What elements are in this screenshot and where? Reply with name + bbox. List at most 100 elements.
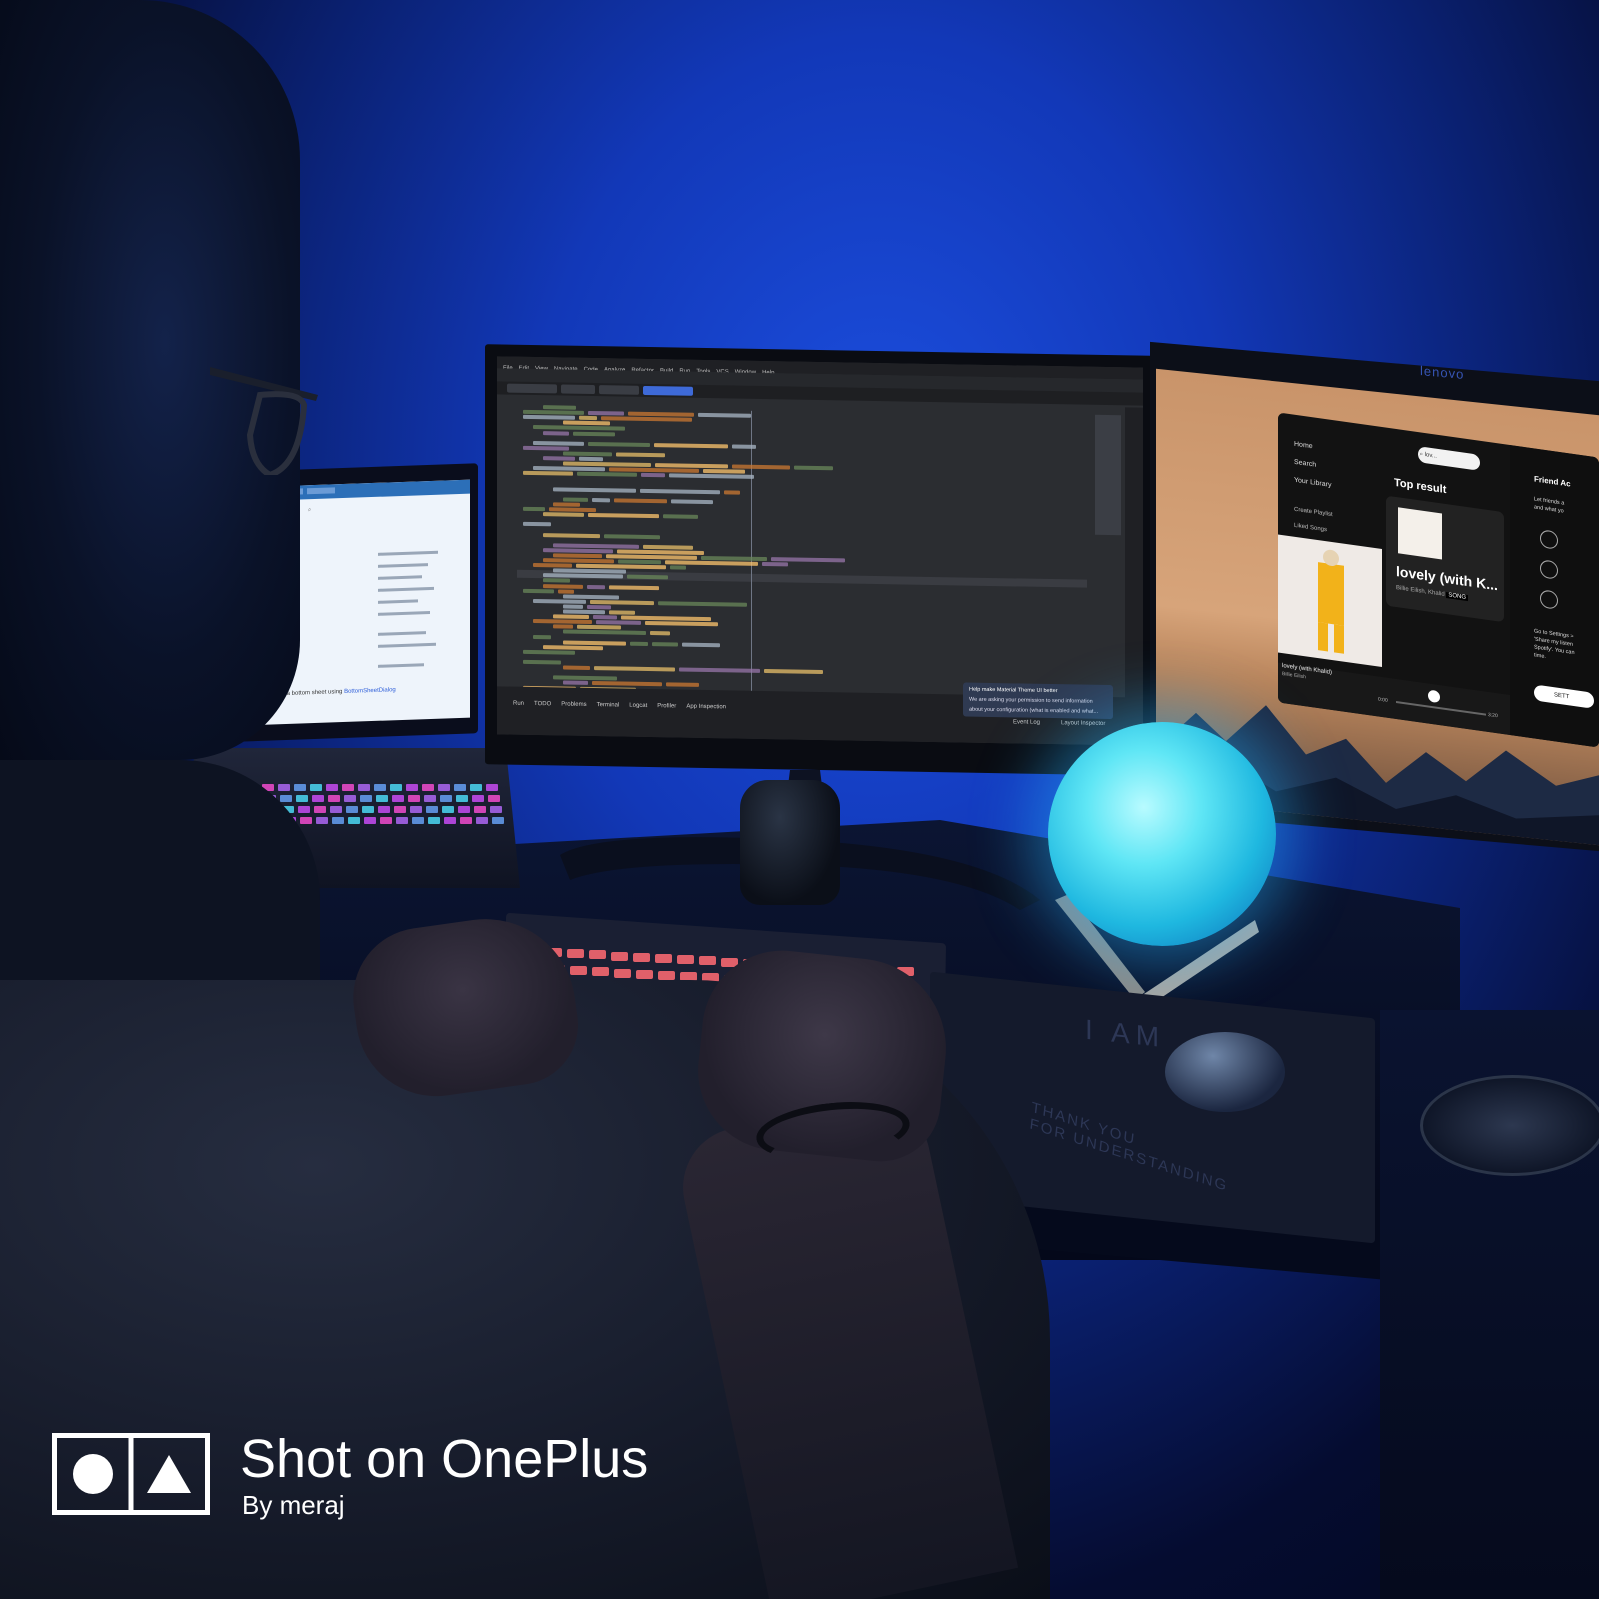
code-token [563,629,646,636]
laptop-keycap [408,795,420,802]
ide-bottom-tab[interactable]: Terminal [597,702,620,708]
ide-bottom-tab[interactable]: Problems [561,701,586,707]
spotify-song-badge: SONG [1446,592,1469,602]
code-token [523,588,554,593]
code-token [616,452,665,458]
code-token [645,621,718,627]
laptop-keycap [374,784,386,791]
code-token [523,445,569,451]
ide-toast-title: Help make Material Theme UI better [969,686,1058,695]
laptop-keycap [460,817,472,824]
ide-bottom-tab[interactable]: Run [513,701,524,707]
settings-button[interactable]: SETT [1534,684,1594,709]
spotify-top-result-card[interactable]: lovely (with K... Billie Eilish, Khalid … [1386,495,1504,623]
code-token [543,512,584,517]
eyeglasses [210,367,318,475]
laptop-keycap [328,795,340,802]
code-token [543,644,603,650]
code-token [643,544,693,550]
code-token [658,600,747,607]
code-token [543,456,575,461]
keycap [567,949,584,959]
laptop-keycap [406,784,418,791]
cover-figure [1318,549,1344,654]
code-token [764,669,823,675]
spotify-song-artists-text: Billie Eilish, Khalid [1396,585,1445,598]
code-token [553,553,602,559]
code-token [794,465,833,471]
ide-bottom-tab[interactable]: App Inspection [686,704,726,711]
code-token [553,486,636,493]
code-token [682,642,720,647]
code-token [732,444,756,449]
code-token [579,456,603,462]
laptop-keycap [342,784,354,791]
laptop-keycap [458,806,470,813]
ide-notification[interactable]: Help make Material Theme UI better We ar… [963,682,1113,720]
spotify-nav-search[interactable]: Search [1294,459,1316,469]
spotify-nav-library[interactable]: Your Library [1294,477,1332,489]
laptop-keycap [410,806,422,813]
code-token [630,641,648,646]
laptop-keycap [344,795,356,802]
ide-status-item[interactable]: Layout Inspector [1061,720,1105,727]
ide-tab-active[interactable] [643,385,693,396]
code-token [563,604,583,609]
laptop-keycap [362,806,374,813]
ide-bottom-tab[interactable]: TODO [534,701,551,707]
spotify-nav-liked-songs[interactable]: Liked Songs [1294,523,1327,534]
spotify-search-input[interactable]: ⌕ lov... [1418,446,1480,471]
code-token [669,473,754,480]
keycap [570,966,587,976]
code-token [523,506,545,512]
code-token [609,584,659,590]
code-token [596,620,641,626]
laptop-keycap [490,806,502,813]
code-token [533,634,551,639]
code-token [579,415,597,421]
laptop-keycap [456,795,468,802]
spotify-nav-create-playlist[interactable]: Create Playlist [1294,507,1333,518]
ide-tab[interactable] [561,384,595,395]
code-token [563,594,619,600]
laptop-text-line [378,563,428,568]
photo-scene: ⌕ ent the shows a bottom sheet using Bot… [0,0,1599,1599]
ide-tab[interactable] [507,383,557,394]
code-token [533,425,625,431]
code-token [588,411,624,416]
code-token [663,514,698,519]
code-token [543,578,570,584]
code-token [652,641,678,647]
laptop-keycap [348,817,360,824]
keycap [633,952,650,962]
friend-avatar-icon [1540,559,1558,580]
spotify-nav-home[interactable]: Home [1294,441,1313,451]
spotify-window: Home Search Your Library Create Playlist… [1278,412,1599,748]
code-token [543,583,583,589]
ide-bottom-tab[interactable]: Logcat [629,703,647,709]
laptop-text-line [378,663,424,668]
keycap [677,955,694,965]
ide-bottom-tab[interactable]: Profiler [657,703,676,709]
smart-speaker [740,780,840,905]
code-token [543,532,600,538]
laptop-keycap [310,784,322,791]
code-token [604,533,660,539]
ide-status-item[interactable]: Event Log [1013,719,1040,725]
ide-tab[interactable] [599,385,639,395]
code-token [762,561,788,567]
laptop-keycap [412,817,424,824]
code-token [594,666,675,672]
laptop-keycap [296,795,308,802]
laptop-keycap [488,795,500,802]
now-playing-cover-art [1278,534,1382,668]
ide-minimap [1095,414,1121,536]
laptop-keycap [428,817,440,824]
keycap [614,968,631,978]
code-token [543,430,569,436]
laptop-body-link[interactable]: BottomSheetDialog [344,687,396,695]
code-token [563,451,612,457]
code-token [523,471,573,476]
laptop-keycap [442,806,454,813]
laptop-keycap [396,817,408,824]
